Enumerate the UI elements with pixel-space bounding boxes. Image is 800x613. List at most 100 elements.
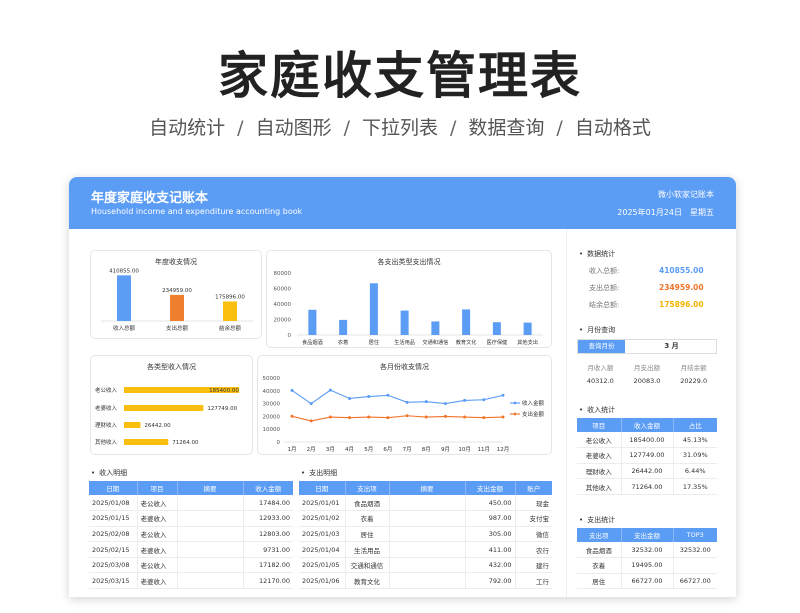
income_detail-cell[interactable] — [177, 557, 244, 574]
income_detail-cell[interactable] — [177, 510, 244, 527]
tick-label: 2月 — [307, 446, 316, 453]
income_detail-cell[interactable]: 老婆收入 — [137, 572, 178, 590]
income_detail-cell[interactable]: 老婆收入 — [137, 541, 178, 558]
expense_detail-cell[interactable]: 居住 — [345, 526, 390, 543]
income_detail-cell[interactable]: 12933.00 — [243, 510, 293, 527]
expense_stats-cell[interactable]: 32532.00 — [673, 542, 717, 559]
month-query-button[interactable]: 查询月份 — [578, 340, 625, 353]
expense_detail-cell[interactable]: 2025/01/06 — [299, 572, 346, 590]
expense_detail-cell[interactable] — [389, 541, 466, 558]
legend-label: 收入金额 — [522, 399, 545, 407]
expense_detail-cell[interactable] — [389, 495, 466, 512]
hero-title: 家庭收支管理表 — [218, 47, 582, 105]
bar — [170, 294, 184, 321]
col-account: 账户 — [515, 481, 552, 495]
data-point — [405, 400, 409, 404]
income_stats-cell[interactable]: 17.35% — [673, 478, 717, 495]
income_detail-cell[interactable]: 17182.00 — [243, 557, 293, 574]
expense_detail-cell[interactable]: 支付宝 — [515, 510, 552, 527]
income_detail-cell[interactable]: 2025/02/08 — [89, 526, 138, 543]
data-point — [328, 388, 332, 392]
expense_detail-cell[interactable]: 2025/01/05 — [299, 557, 346, 574]
expense_detail-cell[interactable]: 411.00 — [465, 541, 516, 558]
expense_detail-cell[interactable]: 987.00 — [465, 510, 516, 527]
income_stats-cell[interactable]: 71264.00 — [621, 478, 674, 495]
income_stats-cell[interactable]: 31.09% — [673, 447, 717, 464]
expense_detail-cell[interactable]: 生活用品 — [345, 541, 390, 558]
income_detail-row: 2025/01/08 老公收入 17484.00 — [89, 495, 293, 512]
expense_detail-cell[interactable]: 450.00 — [465, 495, 516, 512]
expense_detail-cell[interactable]: 食品烟酒 — [345, 495, 390, 512]
income_stats-cell[interactable]: 理财收入 — [577, 463, 622, 480]
data-point — [348, 416, 352, 420]
income_stats-cell[interactable]: 老公收入 — [577, 432, 622, 449]
col-date: 日期 — [299, 481, 346, 495]
income_detail-cell[interactable]: 老公收入 — [137, 526, 178, 543]
expense_detail-cell[interactable]: 教育文化 — [345, 572, 390, 590]
income_detail-cell[interactable]: 2025/01/08 — [89, 495, 138, 512]
expense_stats-cell[interactable]: 32532.00 — [621, 542, 674, 559]
expense_stats-cell[interactable]: 19495.00 — [621, 557, 674, 574]
expense_stats-cell[interactable] — [673, 557, 717, 574]
expense_detail-cell[interactable] — [389, 572, 466, 590]
tick-label: 1月 — [288, 446, 297, 453]
income_detail-cell[interactable]: 12170.00 — [243, 572, 293, 590]
tick-label: 其他支出 — [517, 338, 538, 346]
month-select[interactable]: 3 月 — [625, 340, 718, 353]
income_detail-cell[interactable]: 2025/01/15 — [89, 510, 138, 527]
income_stats-cell[interactable]: 其他收入 — [577, 478, 622, 495]
income_detail-cell[interactable]: 老公收入 — [137, 495, 178, 512]
expense_detail-cell[interactable]: 792.00 — [465, 572, 516, 590]
expense_detail-cell[interactable] — [389, 510, 466, 527]
expense_detail-cell[interactable]: 交通和通信 — [345, 557, 390, 574]
income_stats-cell[interactable]: 老婆收入 — [577, 447, 622, 464]
col-item: 项目 — [137, 481, 178, 495]
tick-label: 食品烟酒 — [302, 338, 323, 346]
expense_detail-cell[interactable]: 微信 — [515, 526, 552, 543]
expense_detail-cell[interactable]: 2025/01/04 — [299, 541, 346, 558]
expense_detail-cell[interactable]: 现金 — [515, 495, 552, 512]
expense_detail-cell[interactable]: 2025/01/01 — [299, 495, 346, 512]
tick-label: 20000 — [263, 414, 281, 420]
income_stats-cell[interactable]: 6.44% — [673, 463, 717, 480]
expense_stats-cell[interactable]: 66727.00 — [621, 573, 674, 590]
expense_detail-cell[interactable]: 建行 — [515, 557, 552, 574]
expense_detail-cell[interactable]: 工行 — [515, 572, 552, 590]
income_stats-cell[interactable]: 26442.00 — [621, 463, 674, 480]
tick-label: 10月 — [458, 446, 471, 453]
income_detail-cell[interactable] — [177, 541, 244, 558]
income_detail-cell[interactable] — [177, 572, 244, 590]
income_stats-cell[interactable]: 185400.00 — [621, 432, 674, 449]
expense_stats-cell[interactable]: 居住 — [577, 573, 622, 590]
month-balance-value: 20229.0 — [680, 377, 708, 385]
income_detail-cell[interactable]: 9731.00 — [243, 541, 293, 558]
expense_detail-cell[interactable]: 305.00 — [465, 526, 516, 543]
income_stats-cell[interactable]: 45.13% — [673, 432, 717, 449]
income_detail-cell[interactable]: 2025/03/15 — [89, 572, 138, 590]
income_stats-cell[interactable]: 127749.00 — [621, 447, 674, 464]
month-query-label: 月份查询 — [579, 325, 615, 335]
tick-label: 80000 — [274, 271, 292, 277]
expense_detail-cell[interactable]: 衣着 — [345, 510, 390, 527]
expense_stats-cell[interactable]: 衣着 — [577, 557, 622, 574]
col-summary: 摘要 — [389, 481, 466, 495]
bar — [124, 405, 204, 411]
income_detail-cell[interactable]: 老婆收入 — [137, 510, 178, 527]
expense_detail-cell[interactable]: 2025/01/02 — [299, 510, 346, 527]
expense_detail-cell[interactable]: 2025/01/03 — [299, 526, 346, 543]
expense_detail-cell[interactable]: 432.00 — [465, 557, 516, 574]
income_detail-cell[interactable]: 2025/03/08 — [89, 557, 138, 574]
expense_detail-cell[interactable] — [389, 557, 466, 574]
income_detail-cell[interactable]: 12803.00 — [243, 526, 293, 543]
expense_stats-cell[interactable]: 食品烟酒 — [577, 542, 622, 559]
income_detail-cell[interactable] — [177, 495, 244, 512]
income_detail-cell[interactable] — [177, 526, 244, 543]
income_detail-cell[interactable]: 17484.00 — [243, 495, 293, 512]
tick-label: 交通和通信 — [422, 338, 448, 346]
expense_stats-cell[interactable]: 66727.00 — [673, 573, 717, 590]
expense_detail-cell[interactable] — [389, 526, 466, 543]
expense_detail-cell[interactable]: 农行 — [515, 541, 552, 558]
income_detail-cell[interactable]: 老公收入 — [137, 557, 178, 574]
income_detail-cell[interactable]: 2025/02/15 — [89, 541, 138, 558]
expense_detail-row: 2025/01/05 交通和通信 432.00 建行 — [299, 557, 552, 574]
